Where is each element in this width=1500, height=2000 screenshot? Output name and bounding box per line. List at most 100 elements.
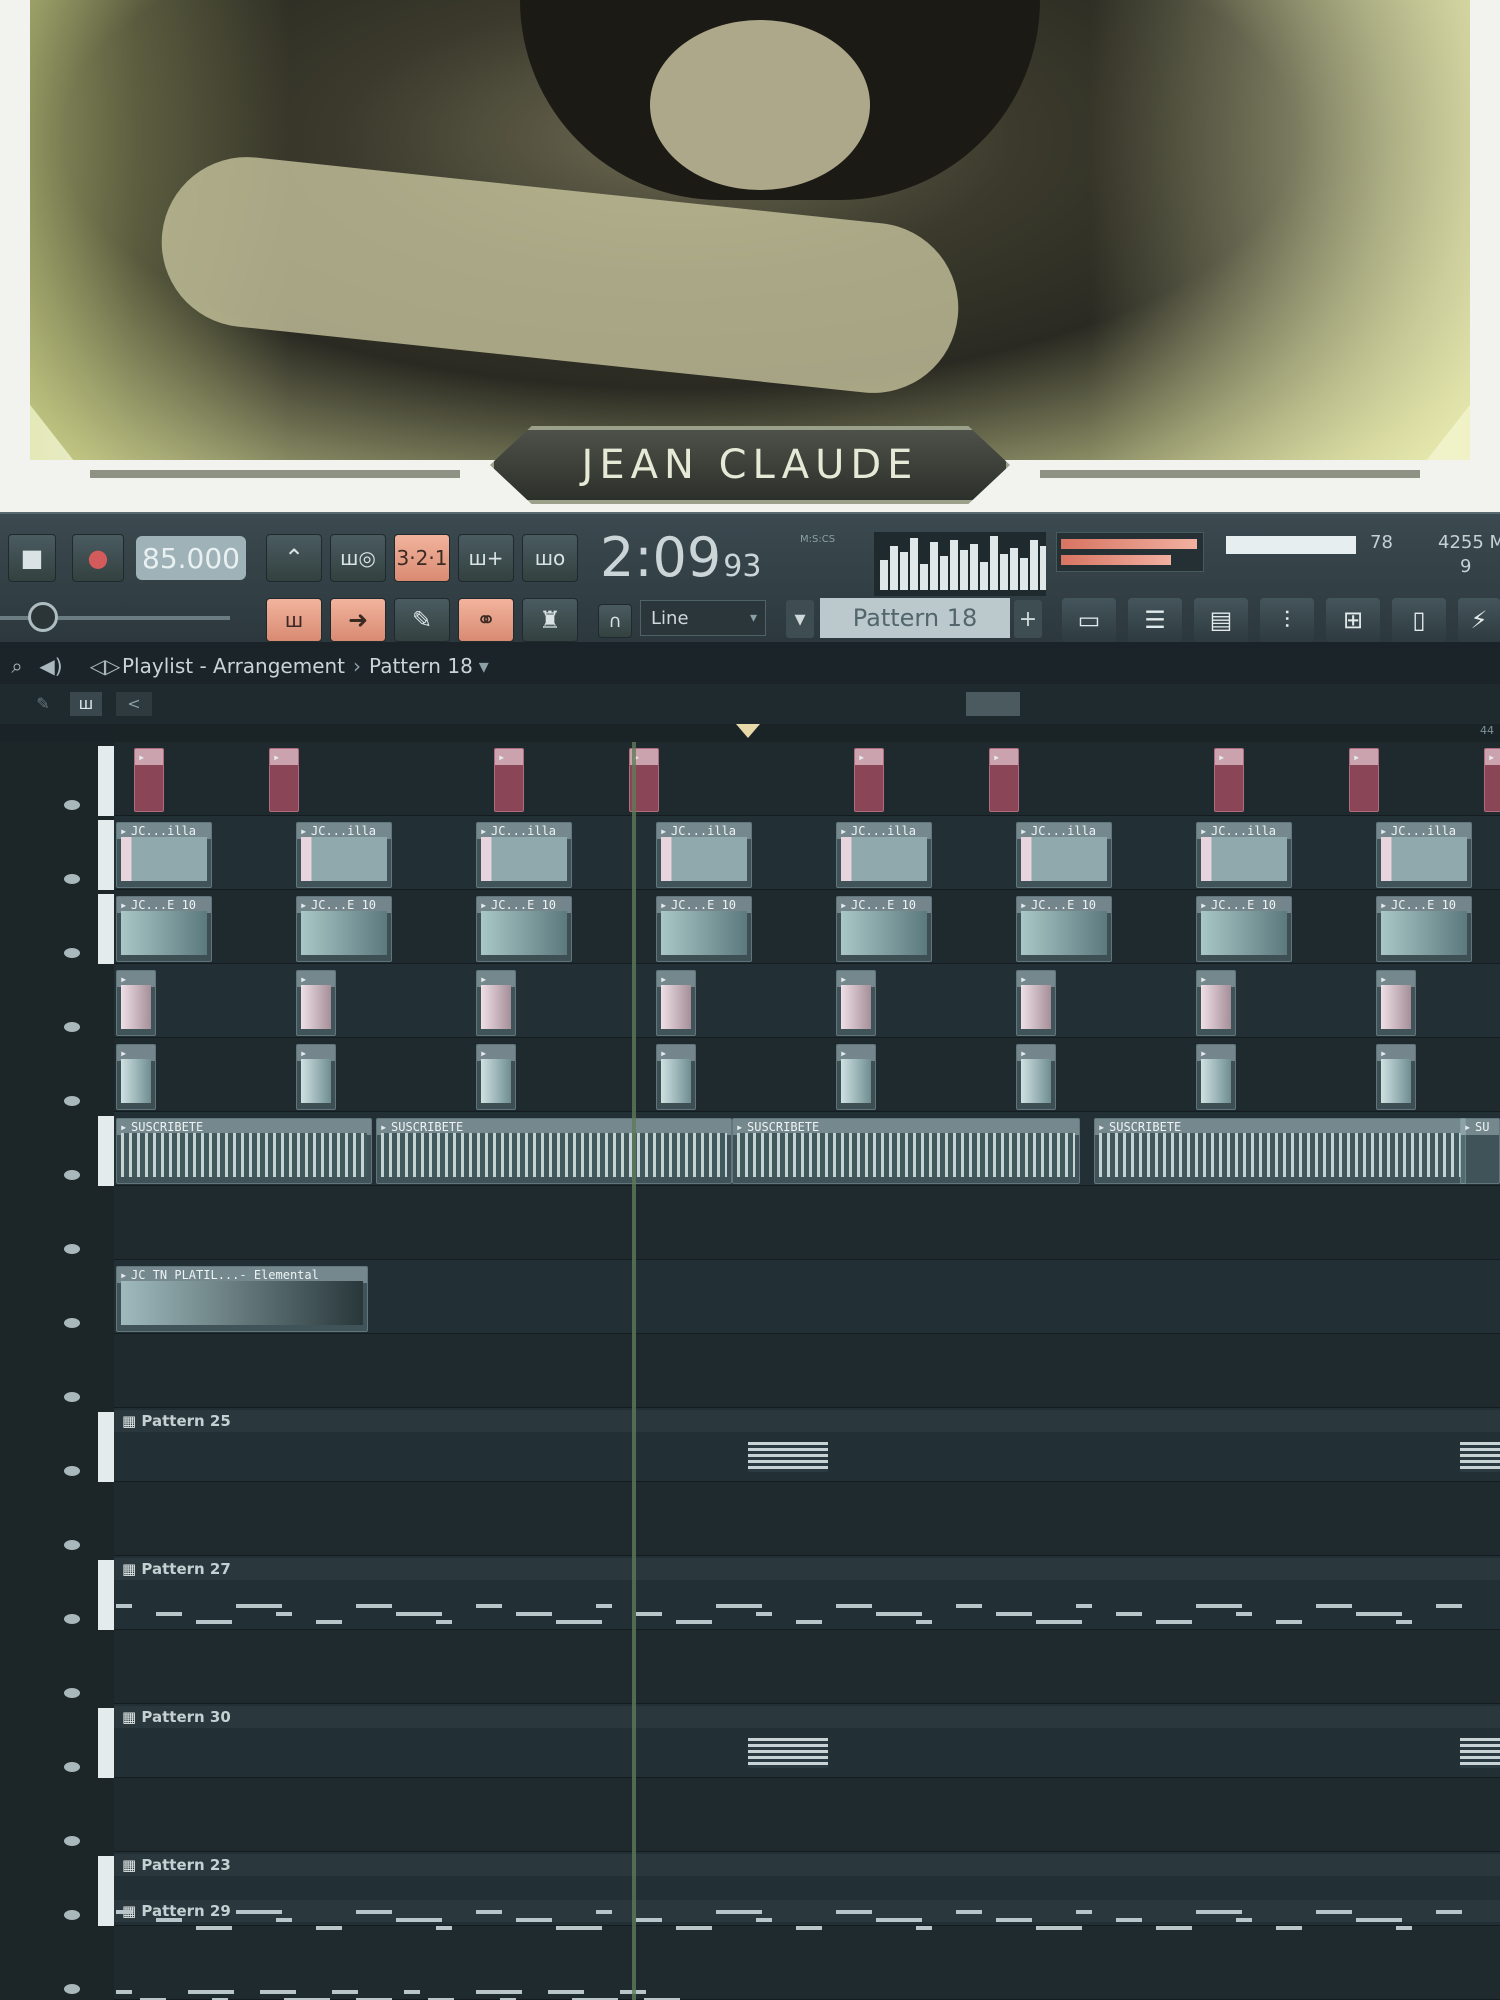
- audio-clip[interactable]: [494, 748, 524, 812]
- track-mute-icon[interactable]: [64, 1984, 80, 1994]
- audio-clip[interactable]: [989, 748, 1019, 812]
- track-mute-icon[interactable]: [64, 800, 80, 810]
- project-info-icon[interactable]: ▯: [1392, 598, 1446, 642]
- audio-clip[interactable]: [116, 970, 156, 1036]
- audio-clip[interactable]: [1016, 1044, 1056, 1110]
- audio-clip[interactable]: [134, 748, 164, 812]
- audio-clip[interactable]: [854, 748, 884, 812]
- plugin-icon[interactable]: ⚡: [1458, 598, 1500, 642]
- audio-clip[interactable]: [836, 970, 876, 1036]
- track-selector[interactable]: [98, 1856, 114, 1926]
- track-selector[interactable]: [98, 1412, 114, 1482]
- horizontal-scrollbar[interactable]: [966, 692, 1020, 716]
- track-mute-icon[interactable]: [64, 1244, 80, 1254]
- track-mute-icon[interactable]: [64, 1614, 80, 1624]
- wait-input-button[interactable]: ш◎: [330, 534, 386, 582]
- pattern-clip-header[interactable]: Pattern 23: [114, 1854, 1500, 1876]
- track-selector[interactable]: [98, 1116, 114, 1186]
- audio-clip[interactable]: SUSCRIBETE: [732, 1118, 1080, 1184]
- audio-clip[interactable]: [1196, 1044, 1236, 1110]
- track-selector[interactable]: [98, 1708, 114, 1778]
- audio-clip[interactable]: JC...E 10: [1376, 896, 1472, 962]
- audio-clip[interactable]: [476, 970, 516, 1036]
- audio-clip[interactable]: JC...E 10: [836, 896, 932, 962]
- magnet-snap-icon[interactable]: ∩: [598, 604, 632, 638]
- track-mute-icon[interactable]: [64, 1688, 80, 1698]
- track-selector[interactable]: [98, 746, 114, 816]
- track-lane[interactable]: [114, 742, 1500, 816]
- track-selector[interactable]: [98, 894, 114, 964]
- playlist-icon[interactable]: ▭: [1062, 598, 1116, 642]
- audio-clip[interactable]: [269, 748, 299, 812]
- track-mute-icon[interactable]: [64, 1762, 80, 1772]
- audio-clip[interactable]: SUSCRIBETE: [116, 1118, 372, 1184]
- audio-clip[interactable]: JC...illa: [1196, 822, 1292, 888]
- playlist-tracks[interactable]: JC...illa JC...illa JC...illa JC...illa JC..…: [114, 742, 1500, 2000]
- track-mute-icon[interactable]: [64, 948, 80, 958]
- loop-record-button[interactable]: шo: [522, 534, 578, 582]
- mixer-icon[interactable]: ⫶: [1260, 598, 1314, 642]
- playlist-pattern[interactable]: Pattern 18: [369, 654, 473, 678]
- tempo-display[interactable]: 85.000: [136, 536, 246, 580]
- audio-clip[interactable]: JC...illa: [1376, 822, 1472, 888]
- browser-icon[interactable]: ⊞: [1326, 598, 1380, 642]
- piano-keys-icon[interactable]: ш: [70, 692, 102, 716]
- search-icon[interactable]: ⌕: [0, 654, 34, 678]
- pattern-selector[interactable]: Pattern 18: [820, 598, 1010, 638]
- audio-clip[interactable]: [656, 970, 696, 1036]
- track-mute-icon[interactable]: [64, 874, 80, 884]
- audio-clip[interactable]: [1349, 748, 1379, 812]
- audio-clip[interactable]: JC TN PLATIL...- Elemental: [116, 1266, 368, 1332]
- audio-clip[interactable]: JC...illa: [116, 822, 212, 888]
- track-mute-icon[interactable]: [64, 1836, 80, 1846]
- audio-clip[interactable]: JC...E 10: [476, 896, 572, 962]
- track-mute-icon[interactable]: [64, 1392, 80, 1402]
- track-lane[interactable]: [114, 1186, 1500, 1260]
- piano-roll-icon[interactable]: ☰: [1128, 598, 1182, 642]
- pattern-clip-header[interactable]: Pattern 29: [114, 1900, 1500, 1922]
- audio-clip[interactable]: SUSCRIBETE: [376, 1118, 732, 1184]
- pencil-icon[interactable]: ✎: [30, 692, 56, 716]
- audio-clip[interactable]: [296, 970, 336, 1036]
- audio-clip[interactable]: [1376, 1044, 1416, 1110]
- track-mute-icon[interactable]: [64, 1096, 80, 1106]
- metronome-button[interactable]: ⌃: [266, 534, 322, 582]
- step-edit-button[interactable]: ш+: [458, 534, 514, 582]
- audio-clip[interactable]: [1376, 970, 1416, 1036]
- track-mute-icon[interactable]: [64, 1318, 80, 1328]
- playhead-marker[interactable]: [736, 724, 760, 738]
- track-lane[interactable]: [114, 1778, 1500, 1852]
- audio-clip[interactable]: JC...E 10: [1016, 896, 1112, 962]
- track-selector[interactable]: [98, 1560, 114, 1630]
- typing-keyboard-button[interactable]: ♜: [522, 598, 578, 642]
- audio-clip[interactable]: [1214, 748, 1244, 812]
- snap-select[interactable]: Line ▾: [640, 600, 766, 636]
- audio-clip[interactable]: JC...E 10: [1196, 896, 1292, 962]
- audio-clip[interactable]: JC...E 10: [656, 896, 752, 962]
- audio-clip[interactable]: JC...E 10: [296, 896, 392, 962]
- audio-clip[interactable]: SUSCRIBETE: [1094, 1118, 1466, 1184]
- slider-knob[interactable]: [28, 602, 58, 632]
- track-mute-icon[interactable]: [64, 1466, 80, 1476]
- pattern-add-button[interactable]: +: [1014, 600, 1042, 638]
- pattern-prev-button[interactable]: ▾: [786, 600, 814, 638]
- track-mute-icon[interactable]: [64, 1022, 80, 1032]
- pattern-clip-header[interactable]: Pattern 30: [114, 1706, 1500, 1728]
- audio-clip[interactable]: JC...illa: [1016, 822, 1112, 888]
- track-lane[interactable]: [114, 1482, 1500, 1556]
- track-lane[interactable]: [114, 1630, 1500, 1704]
- audio-clip[interactable]: [296, 1044, 336, 1110]
- track-lane[interactable]: [114, 1334, 1500, 1408]
- pattern-clip-header[interactable]: Pattern 25: [114, 1410, 1500, 1432]
- timeline-ruler[interactable]: 44: [114, 724, 1500, 742]
- audio-clip[interactable]: [836, 1044, 876, 1110]
- track-selector[interactable]: [98, 820, 114, 890]
- track-lane[interactable]: [114, 1926, 1500, 2000]
- audio-clip[interactable]: JC...illa: [836, 822, 932, 888]
- master-pitch-slider[interactable]: [0, 602, 230, 632]
- stop-button[interactable]: ■: [8, 534, 56, 582]
- audio-clip[interactable]: JC...E 10: [116, 896, 212, 962]
- panel-arrows-icon[interactable]: ◁▷: [88, 654, 122, 678]
- countdown-button[interactable]: 3·2·1: [394, 534, 450, 582]
- audio-clip[interactable]: SU: [1460, 1118, 1500, 1184]
